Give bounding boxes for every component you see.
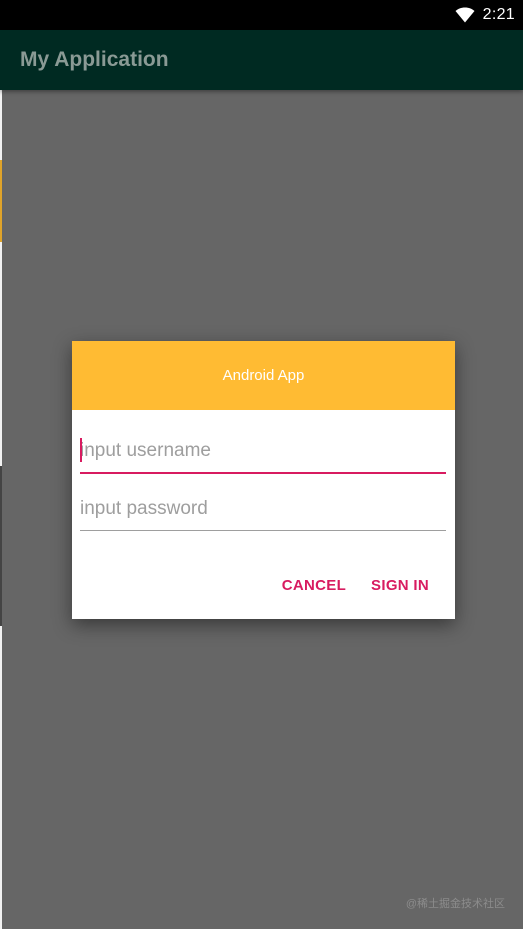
status-bar: 2:21 [0,0,523,30]
dialog-title: Android App [222,367,305,384]
password-input[interactable] [80,491,446,530]
app-title: My Application [20,48,169,71]
sign-in-button[interactable]: SIGN IN [371,577,429,594]
status-icons: 2:21 [455,0,515,30]
sign-in-dialog: Android App CANCEL SIGN IN [72,341,455,619]
cancel-button[interactable]: CANCEL [282,577,346,594]
wifi-icon [455,7,475,23]
watermark: @稀土掘金技术社区 [405,898,505,910]
app-bar: My Application [0,30,523,90]
background-edge-accent [0,160,2,242]
status-time: 2:21 [482,6,515,23]
username-input[interactable] [80,434,446,472]
username-field [80,434,446,474]
text-cursor [80,438,82,462]
password-field [80,491,446,531]
dialog-header: Android App [72,341,455,410]
screen: 2:21 My Application Android App CANCEL S… [0,0,523,929]
dialog-actions: CANCEL SIGN IN [282,577,429,594]
background-edge-dark [0,466,2,626]
